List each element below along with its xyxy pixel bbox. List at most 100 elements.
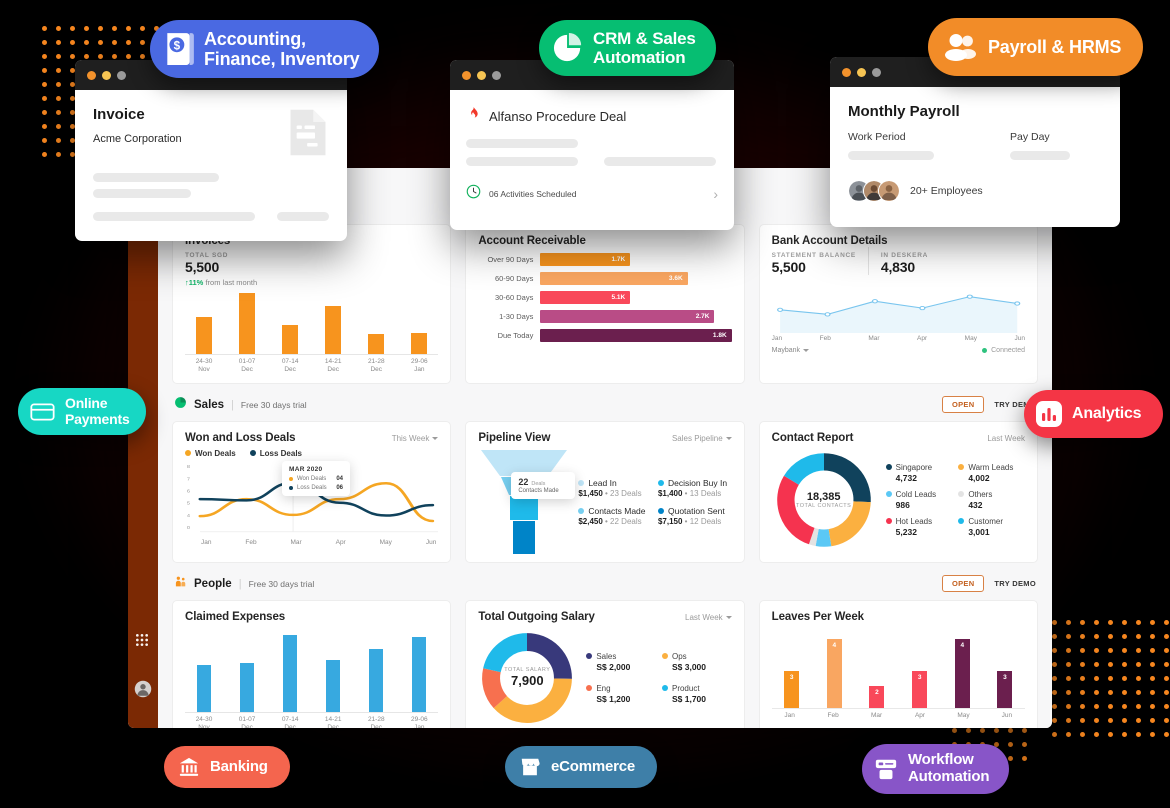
card-header: Total Outgoing Salary Last Week: [478, 611, 732, 623]
window-dot-minimize[interactable]: [102, 70, 111, 80]
skeleton-line: [604, 157, 716, 166]
open-button[interactable]: OPEN: [941, 575, 985, 593]
badge-online-payments[interactable]: Online Payments: [18, 388, 146, 436]
contacts-filter-dropdown[interactable]: Last Week: [987, 434, 1025, 443]
leaves-bar-chart: 3 4 2 3 4 3: [771, 631, 1025, 709]
legend-swatch: [249, 450, 256, 457]
badge-accounting[interactable]: $ Accounting, Finance, Inventory: [150, 20, 380, 79]
bar: [197, 665, 211, 712]
x-axis-label: Jun: [1014, 335, 1025, 342]
tooltip-swatch: [289, 485, 293, 490]
x-axis-label: 24-30 Nov: [195, 358, 213, 374]
payroll-field-work-period-label: Work Period: [848, 131, 906, 143]
credit-card-icon: [30, 403, 55, 421]
contacts-body: 18,385 TOTAL CONTACTS Singapore 4,732 Warm…: [772, 448, 1025, 552]
float-card-payroll: Monthly Payroll Work Period Pay Day 20+ …: [830, 57, 1120, 227]
chevron-right-icon[interactable]: ›: [713, 186, 718, 202]
card-title: Contact Report: [771, 431, 854, 444]
card-title: Bank Account Details: [771, 235, 888, 247]
stage-name: Decision Buy In: [667, 477, 728, 488]
legend-swatch: [958, 491, 965, 498]
badge-analytics[interactable]: Analytics: [1024, 390, 1164, 438]
window-dot-close[interactable]: [842, 67, 851, 77]
bank-icon: [178, 756, 200, 778]
deals-tooltip: MAR 2020 Won Deals 04 Loss Deals 06: [282, 460, 350, 496]
pipeline-legend: Lead In $1,450 • 23 Deals Decision Buy In $…: [578, 450, 731, 554]
card-title: Claimed Expenses: [185, 610, 286, 623]
badge-crm[interactable]: CRM & Sales Automation: [539, 20, 716, 77]
window-dot-close[interactable]: [462, 70, 471, 80]
window-dot-close[interactable]: [87, 70, 96, 80]
chevron-down-icon: [803, 349, 810, 352]
contacts-legend: Singapore 4,732 Warm Leads 4,002 Cold Leads 9…: [885, 462, 1025, 537]
invoice-dollar-icon: $: [164, 32, 194, 66]
legend-value: 4,732: [895, 472, 917, 483]
bar: [240, 663, 255, 712]
deals-filter-dropdown[interactable]: This Week: [392, 434, 439, 443]
window-dot-minimize[interactable]: [477, 70, 486, 80]
clock-icon: [466, 184, 481, 204]
badge-payroll[interactable]: Payroll & HRMS: [928, 18, 1144, 76]
bar: [412, 636, 427, 712]
legend-item: Loss Deals: [249, 449, 302, 458]
badge-banking[interactable]: Banking: [164, 746, 290, 788]
sidebar-user-avatar-icon[interactable]: [134, 680, 152, 698]
bank-label-2: IN DESKERA: [880, 252, 928, 259]
window-dot-maximize[interactable]: [492, 70, 501, 80]
section-header-people: People | Free 30 days trial OPEN TRY DEM…: [174, 575, 1036, 593]
sidebar-apps-icon[interactable]: [134, 632, 152, 650]
legend-value: 986: [895, 499, 910, 510]
decorative-dot-grid-right: [1052, 620, 1170, 737]
legend-value: 432: [968, 499, 983, 510]
deals-legend: Won Deals Loss Deals: [185, 449, 438, 458]
try-demo-button[interactable]: TRY DEMO: [994, 579, 1036, 588]
card-header: Won and Loss Deals This Week: [185, 432, 439, 444]
salary-donut: TOTAL SALARY 7,900: [478, 629, 576, 727]
window-dot-maximize[interactable]: [117, 70, 126, 80]
stage-amount: $2,450: [578, 516, 603, 526]
bar-value-label: 3: [789, 673, 794, 681]
payroll-card-body: Monthly Payroll Work Period Pay Day 20+ …: [830, 87, 1120, 218]
pipeline-stage: Lead In $1,450 • 23 Deals: [578, 478, 652, 498]
bar-column: [363, 293, 389, 354]
bar-column: [191, 293, 217, 354]
legend-label: Warm Leads: [968, 462, 1014, 472]
stage-deals: • 23 Deals: [602, 488, 642, 498]
legend-label: Won Deals: [195, 448, 236, 458]
receivable-row: 1-30 Days 2.7K: [478, 310, 731, 323]
x-axis-label: 01-07 Dec: [238, 358, 256, 374]
chevron-down-icon: [725, 615, 732, 619]
legend-item: Others 432: [958, 490, 1025, 510]
salary-filter-dropdown[interactable]: Last Week: [685, 613, 732, 622]
window-dot-minimize[interactable]: [857, 67, 866, 77]
open-button[interactable]: OPEN: [941, 396, 985, 414]
legend-value: S$ 1,200: [596, 693, 631, 704]
chevron-down-icon: [725, 436, 732, 440]
section-actions: OPEN TRY DEMO: [941, 396, 1036, 414]
invoices-metric-value: 5,500: [185, 259, 220, 275]
bank-account-selector[interactable]: Maybank: [772, 347, 810, 354]
stage-amount: $7,150: [657, 516, 683, 526]
dashboard-sidebar[interactable]: [128, 168, 158, 728]
card-header: Contact Report Last Week: [772, 432, 1025, 444]
window-dot-maximize[interactable]: [872, 67, 881, 77]
badge-workflow[interactable]: Workflow Automation: [862, 744, 1010, 794]
badge-ecommerce[interactable]: eCommerce: [505, 746, 658, 788]
document-icon: [287, 108, 329, 162]
bar-value-label: 4: [960, 641, 965, 649]
receivable-bar: 1.7K: [540, 253, 631, 266]
skeleton-line: [466, 139, 578, 148]
pipeline-filter-dropdown[interactable]: Sales Pipeline: [672, 434, 732, 443]
skeleton-line: [93, 189, 191, 198]
receivable-row: 30-60 Days 5.1K: [478, 291, 731, 304]
pipeline-stage: Quotation Sent $7,150 • 12 Deals: [657, 505, 732, 526]
legend-item: Hot Leads 5,232: [885, 517, 953, 537]
stage-name: Quotation Sent: [667, 505, 725, 516]
bar: 3: [784, 670, 800, 708]
tooltip-unit: Deals: [531, 480, 546, 487]
bar-column: [234, 635, 260, 712]
card-pipeline-view: Pipeline View Sales Pipeline 22 Deals Cont…: [465, 420, 745, 563]
chevron-down-icon: [432, 436, 439, 440]
invoice-title: Invoice: [93, 106, 145, 123]
svg-text:$: $: [174, 40, 181, 53]
